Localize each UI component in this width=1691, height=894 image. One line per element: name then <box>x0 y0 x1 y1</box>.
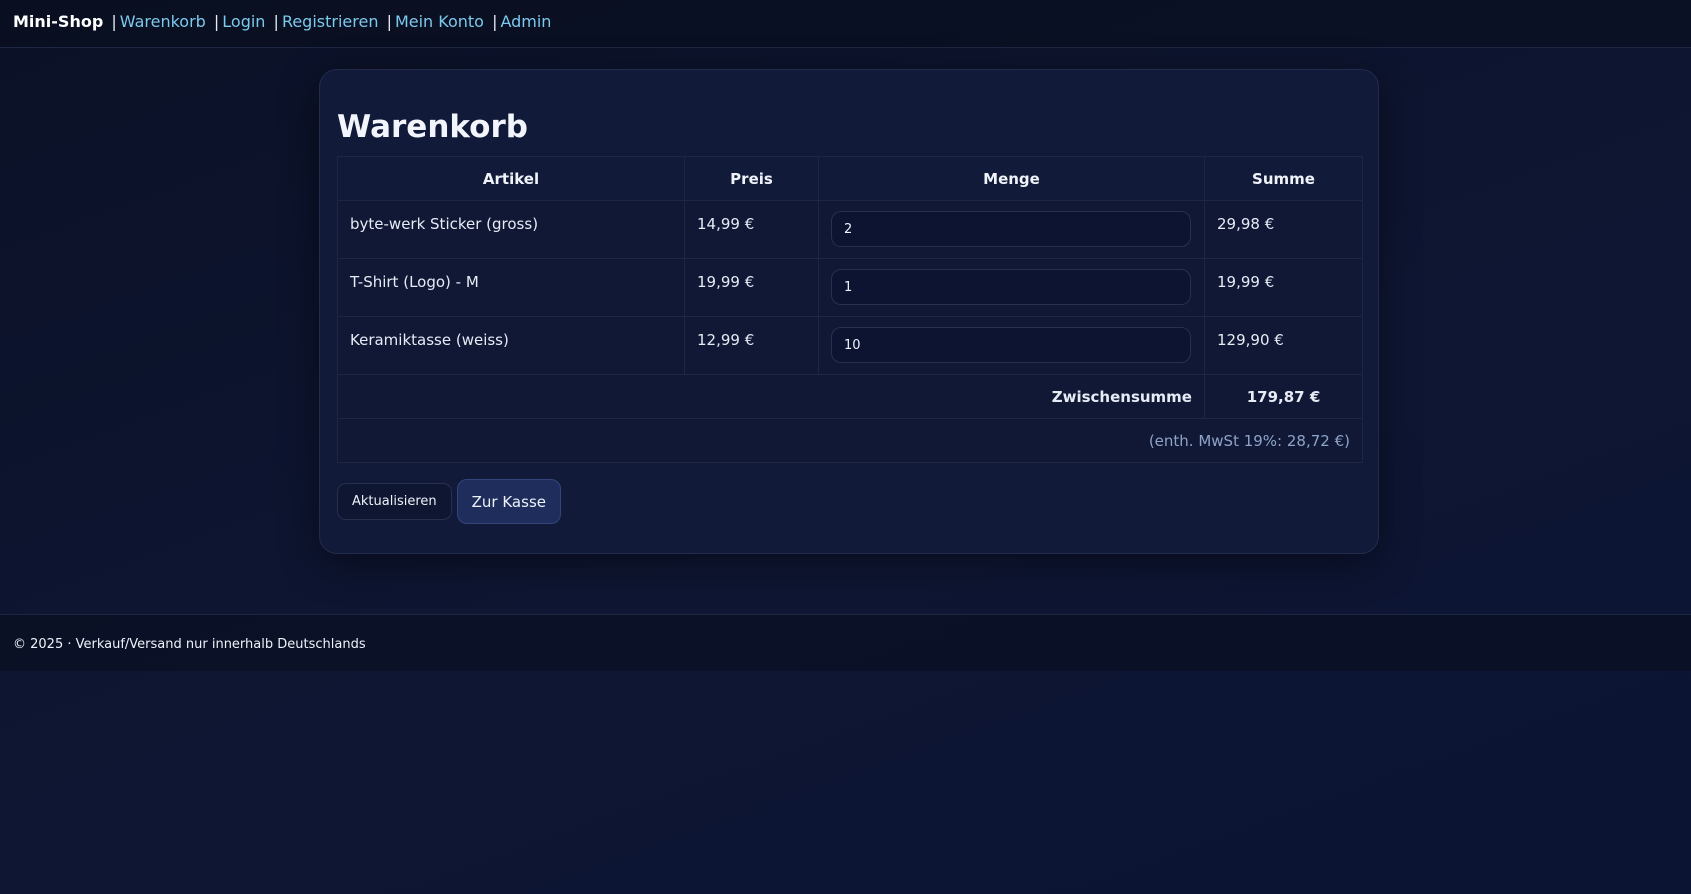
nav-separator: | <box>386 12 392 31</box>
quantity-input[interactable] <box>831 269 1191 305</box>
item-sum: 129,90 € <box>1204 316 1363 375</box>
quantity-input[interactable] <box>831 327 1191 363</box>
nav-separator: | <box>111 12 117 31</box>
item-sum: 29,98 € <box>1204 200 1363 259</box>
item-qty-cell <box>818 200 1205 259</box>
subtotal-row: Zwischensumme 179,87 € <box>337 374 1363 419</box>
column-header-preis: Preis <box>684 156 819 201</box>
brand-logo-text[interactable]: Mini-Shop <box>13 12 103 31</box>
nav-separator: | <box>492 12 498 31</box>
cart-card: Warenkorb Artikel Preis Menge Summe byte… <box>319 69 1379 554</box>
column-header-artikel: Artikel <box>337 156 685 201</box>
nav-link-mein-konto[interactable]: Mein Konto <box>395 12 484 31</box>
nav-link-warenkorb[interactable]: Warenkorb <box>120 12 206 31</box>
cart-actions: Aktualisieren Zur Kasse <box>337 479 1361 524</box>
update-cart-button[interactable]: Aktualisieren <box>337 483 452 520</box>
table-header-row: Artikel Preis Menge Summe <box>337 156 1363 201</box>
nav-separator: | <box>273 12 279 31</box>
item-name: T-Shirt (Logo) - M <box>337 258 685 317</box>
cart-table: Artikel Preis Menge Summe byte-werk Stic… <box>337 156 1363 463</box>
table-row: Keramiktasse (weiss) 12,99 € 129,90 € <box>337 316 1363 375</box>
nav-separator: | <box>213 12 220 31</box>
page-title: Warenkorb <box>337 109 528 145</box>
quantity-input[interactable] <box>831 211 1191 247</box>
item-name: byte-werk Sticker (gross) <box>337 200 685 259</box>
table-row: byte-werk Sticker (gross) 14,99 € 29,98 … <box>337 200 1363 259</box>
subtotal-label: Zwischensumme <box>337 374 1205 419</box>
item-price: 12,99 € <box>684 316 819 375</box>
page-footer: © 2025 · Verkauf/Versand nur innerhalb D… <box>0 614 1691 671</box>
item-name: Keramiktasse (weiss) <box>337 316 685 375</box>
nav-link-login[interactable]: Login <box>222 12 265 31</box>
vat-row: (enth. MwSt 19%: 28,72 €) <box>337 418 1363 463</box>
table-row: T-Shirt (Logo) - M 19,99 € 19,99 € <box>337 258 1363 317</box>
subtotal-value: 179,87 € <box>1204 374 1363 419</box>
top-navigation: Mini-Shop | Warenkorb | Login | Registriere… <box>0 0 1691 48</box>
checkout-button[interactable]: Zur Kasse <box>456 479 561 524</box>
item-sum: 19,99 € <box>1204 258 1363 317</box>
vat-note: (enth. MwSt 19%: 28,72 €) <box>337 418 1363 463</box>
footer-text: © 2025 · Verkauf/Versand nur innerhalb D… <box>13 637 366 652</box>
item-qty-cell <box>818 258 1205 317</box>
item-price: 19,99 € <box>684 258 819 317</box>
item-qty-cell <box>818 316 1205 375</box>
column-header-summe: Summe <box>1204 156 1363 201</box>
column-header-menge: Menge <box>818 156 1205 201</box>
nav-link-registrieren[interactable]: Registrieren <box>282 12 379 31</box>
item-price: 14,99 € <box>684 200 819 259</box>
nav-link-admin[interactable]: Admin <box>500 12 551 31</box>
